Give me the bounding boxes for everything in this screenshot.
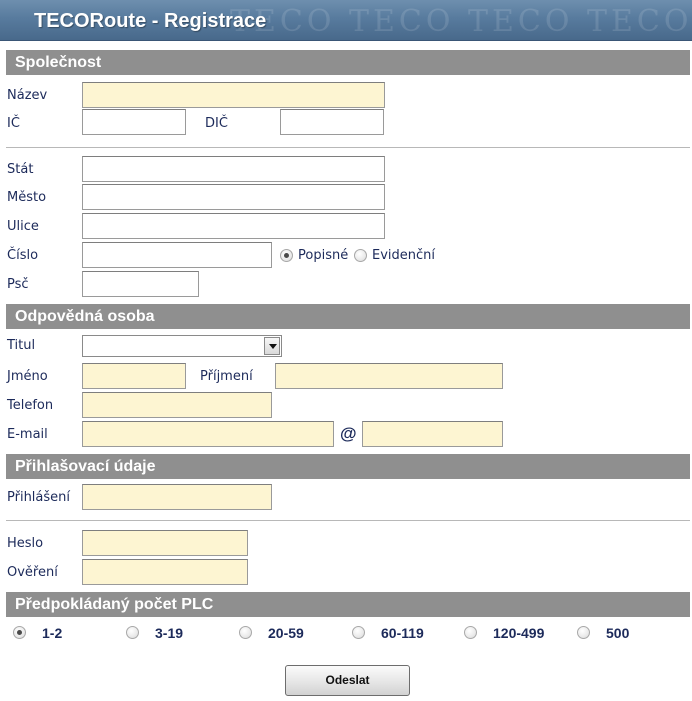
ic-input[interactable]: [82, 109, 186, 135]
login-label: Přihlášení: [7, 490, 71, 505]
phone-label: Telefon: [7, 398, 54, 413]
separator-company-address: [6, 147, 690, 148]
zip-input[interactable]: [82, 271, 199, 297]
title-label: Titul: [7, 338, 36, 353]
state-input[interactable]: [82, 156, 385, 182]
verify-label: Ověření: [7, 565, 58, 580]
title-watermark: TECO TECO TECO TECO: [230, 4, 692, 39]
plc-option-label: 60-119: [381, 625, 424, 641]
number-input[interactable]: [82, 242, 272, 268]
zip-label: Psč: [7, 277, 29, 292]
password-label: Heslo: [7, 536, 44, 551]
first-name-input[interactable]: [82, 363, 186, 389]
section-header-plc: Předpokládaný počet PLC: [6, 592, 690, 617]
radio-popisne-label: Popisné: [298, 248, 349, 263]
separator-login-password: [6, 520, 690, 521]
last-name-input[interactable]: [275, 363, 503, 389]
registration-page: TECO TECO TECO TECO TECORoute - Registra…: [0, 0, 692, 701]
email-domain-input[interactable]: [362, 421, 503, 447]
plc-option-label: 120-499: [493, 625, 545, 641]
section-header-person: Odpovědná osoba: [6, 304, 690, 329]
radio-plc-120-499[interactable]: [464, 626, 477, 639]
submit-button[interactable]: Odeslat: [285, 665, 410, 696]
plc-option-label: 3-19: [155, 625, 184, 641]
email-user-input[interactable]: [82, 421, 334, 447]
city-input[interactable]: [82, 184, 385, 210]
login-input[interactable]: [82, 484, 272, 510]
radio-plc-60-119[interactable]: [352, 626, 365, 639]
radio-popisne[interactable]: [280, 249, 293, 262]
phone-input[interactable]: [82, 392, 272, 418]
company-name-input[interactable]: [82, 82, 385, 108]
plc-option-label: 1-2: [42, 625, 63, 641]
street-label: Ulice: [7, 219, 39, 234]
chevron-down-icon[interactable]: [264, 337, 280, 355]
plc-option-label: 20-59: [268, 625, 304, 641]
radio-plc-3-19[interactable]: [126, 626, 139, 639]
radio-plc-20-59[interactable]: [239, 626, 252, 639]
plc-option-label: 500: [606, 625, 630, 641]
dic-input[interactable]: [280, 109, 384, 135]
dic-label: DIČ: [205, 116, 228, 131]
name-label: Název: [7, 88, 48, 103]
last-name-label: Příjmení: [200, 369, 253, 384]
number-label: Číslo: [7, 248, 39, 263]
page-title: TECORoute - Registrace: [34, 10, 267, 32]
ic-label: IČ: [7, 116, 20, 131]
street-input[interactable]: [82, 213, 385, 239]
title-bar: TECO TECO TECO TECO TECORoute - Registra…: [0, 0, 692, 41]
section-header-login: Přihlašovací údaje: [6, 454, 690, 479]
radio-plc-1-2[interactable]: [13, 626, 26, 639]
city-label: Město: [7, 190, 47, 205]
radio-evidencni-label: Evidenční: [372, 248, 436, 263]
password-input[interactable]: [82, 530, 248, 556]
title-select[interactable]: [82, 335, 282, 357]
state-label: Stát: [7, 162, 34, 177]
verify-input[interactable]: [82, 559, 248, 585]
email-label: E-mail: [7, 427, 48, 442]
section-header-company: Společnost: [6, 50, 690, 75]
radio-plc-500[interactable]: [577, 626, 590, 639]
radio-evidencni[interactable]: [354, 249, 367, 262]
at-sign: @: [340, 424, 357, 443]
first-name-label: Jméno: [7, 369, 48, 384]
